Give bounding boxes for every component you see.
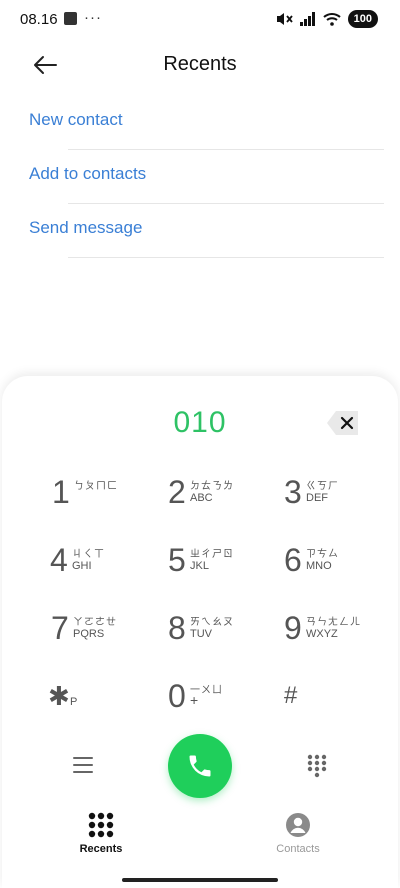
key-bopomofo: ㄗㄘㄙ — [306, 549, 339, 560]
key-bopomofo: ㄚㄛㄜㄝ — [73, 617, 117, 628]
status-icons: 100 — [275, 10, 378, 28]
send-message-button[interactable]: Send message — [0, 204, 400, 258]
new-contact-label: New contact — [29, 110, 123, 129]
key-digit: 2 — [168, 474, 186, 510]
key-digit: 5 — [168, 542, 186, 578]
home-indicator[interactable] — [122, 878, 278, 882]
key-5[interactable]: 5 ㄓㄔㄕㄖ JKL — [168, 540, 278, 590]
more-notifications-icon: ··· — [84, 9, 102, 26]
header: Recents — [0, 44, 400, 84]
signal-icon — [299, 12, 315, 26]
contacts-icon — [286, 813, 310, 837]
key-hash[interactable]: # — [284, 676, 394, 726]
keypad-toggle-icon[interactable] — [306, 754, 328, 778]
key-9[interactable]: 9 ㄢㄣㄤㄥㄦ WXYZ — [284, 608, 394, 658]
key-digit: 1 — [52, 474, 70, 510]
key-letters: DEF — [306, 492, 328, 504]
key-letters: WXYZ — [306, 628, 338, 640]
status-bar: 08.16 ··· 100 — [0, 0, 400, 40]
key-bopomofo: ㄓㄔㄕㄖ — [190, 549, 234, 560]
backspace-icon[interactable] — [326, 410, 360, 436]
menu-icon[interactable] — [73, 756, 93, 774]
wifi-icon — [322, 13, 341, 26]
key-letters: MNO — [306, 560, 332, 572]
key-bopomofo: ㄐㄑㄒ — [72, 549, 105, 560]
key-letters: ABC — [190, 492, 213, 504]
key-2[interactable]: 2 ㄉㄊㄋㄌ ABC — [168, 472, 278, 522]
key-4[interactable]: 4 ㄐㄑㄒ GHI — [50, 540, 160, 590]
key-letters: PQRS — [73, 628, 105, 640]
mute-icon — [276, 13, 293, 25]
key-letters: GHI — [72, 560, 92, 572]
key-digit: 6 — [284, 542, 302, 578]
key-1[interactable]: 1 ㄅㄆㄇㄈ — [52, 472, 162, 522]
key-bopomofo: ㄞㄟㄠㄡ — [190, 617, 234, 628]
key-letters: + — [190, 692, 199, 708]
nav-recents-label: Recents — [79, 843, 123, 855]
key-letters: P — [70, 696, 78, 708]
key-0[interactable]: 0 一ㄨㄩ + — [168, 676, 278, 726]
key-3[interactable]: 3 ㄍㄎㄏ DEF — [284, 472, 394, 522]
key-digit: 3 — [284, 474, 302, 510]
add-to-contacts-button[interactable]: Add to contacts — [0, 150, 400, 204]
key-digit: 9 — [284, 610, 302, 646]
key-digit: ✱ — [48, 681, 70, 711]
key-digit: 4 — [50, 542, 68, 578]
new-contact-button[interactable]: New contact — [0, 96, 400, 150]
divider — [68, 257, 384, 258]
key-letters: JKL — [190, 560, 209, 572]
key-letters: TUV — [190, 628, 212, 640]
battery-icon: 100 — [347, 10, 378, 28]
nav-contacts-label: Contacts — [276, 843, 320, 855]
key-bopomofo: ㄉㄊㄋㄌ — [190, 481, 234, 492]
nav-contacts[interactable]: Contacts — [248, 812, 348, 855]
key-digit: 7 — [51, 610, 69, 646]
call-button[interactable] — [168, 734, 232, 798]
page-title: Recents — [163, 53, 237, 75]
phone-icon — [189, 755, 211, 777]
add-to-contacts-label: Add to contacts — [29, 164, 147, 183]
nav-recents[interactable]: Recents — [51, 812, 151, 855]
notification-icon — [64, 12, 77, 25]
key-6[interactable]: 6 ㄗㄘㄙ MNO — [284, 540, 394, 590]
status-time: 08.16 — [20, 11, 58, 28]
dialpad-icon — [88, 812, 114, 838]
key-7[interactable]: 7 ㄚㄛㄜㄝ PQRS — [51, 608, 161, 658]
send-message-label: Send message — [29, 218, 143, 237]
key-digit: 0 — [168, 678, 186, 714]
key-digit: 8 — [168, 610, 186, 646]
key-bopomofo: ㄍㄎㄏ — [306, 481, 339, 492]
key-digit: # — [284, 682, 298, 709]
key-star[interactable]: ✱ P — [48, 676, 158, 726]
key-bopomofo: ㄢㄣㄤㄥㄦ — [306, 617, 361, 628]
key-bopomofo: ㄅㄆㄇㄈ — [74, 481, 118, 492]
key-8[interactable]: 8 ㄞㄟㄠㄡ TUV — [168, 608, 278, 658]
